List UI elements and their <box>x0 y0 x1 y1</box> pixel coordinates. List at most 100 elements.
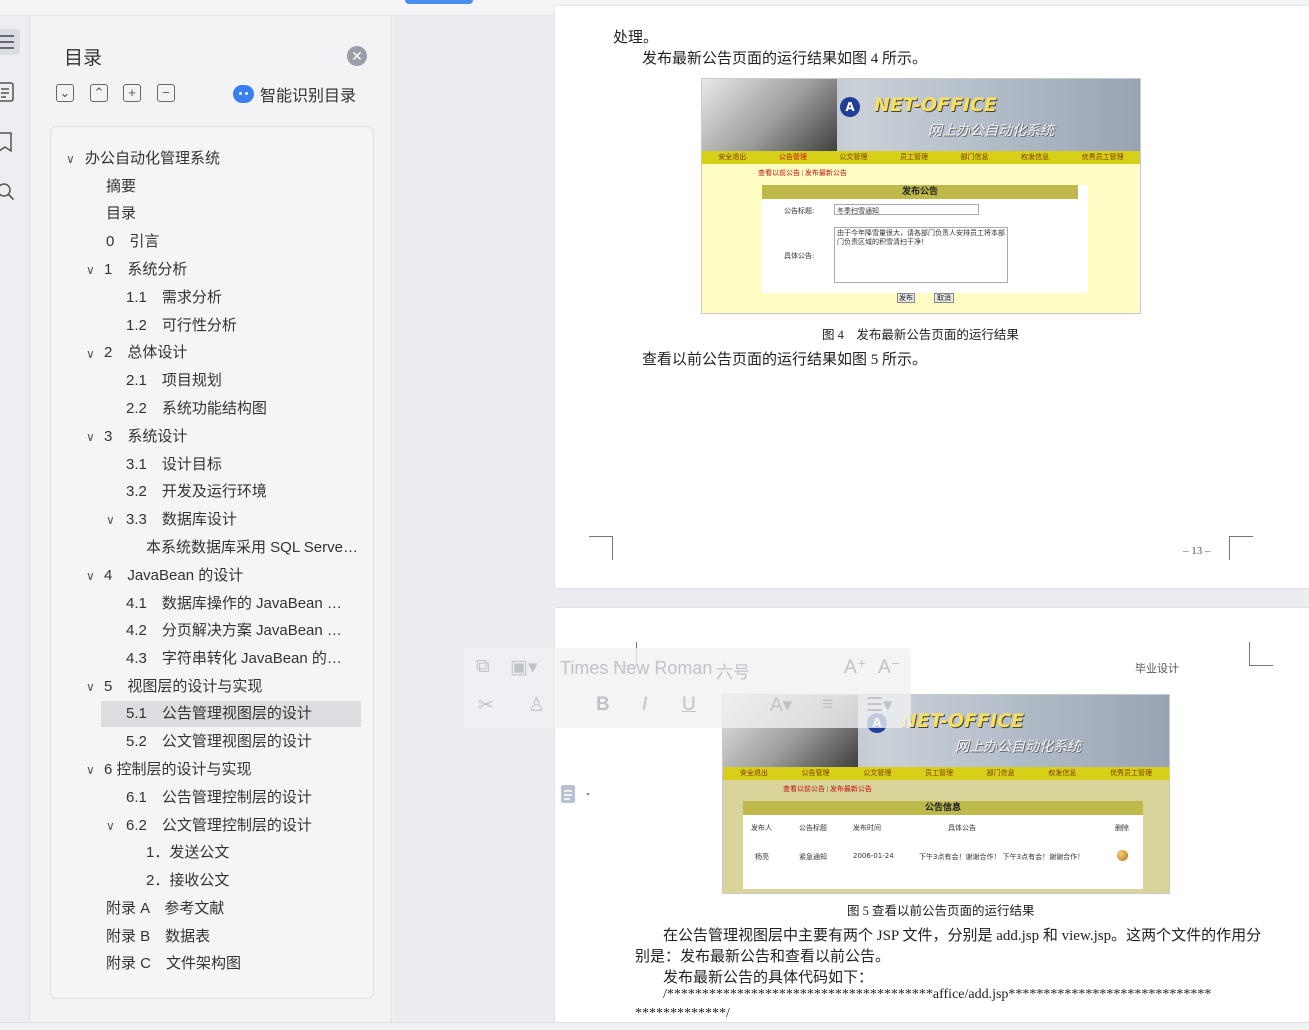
toc-item[interactable]: 目录 <box>106 201 356 227</box>
body-text: 发布最新公告的具体代码如下： <box>663 970 874 986</box>
toc-item[interactable]: 6.1 公告管理控制层的设计 <box>126 785 356 811</box>
search-icon[interactable] <box>0 179 20 205</box>
figure-image[interactable]: A NET-OFFICE 网上办公自动化系统 安全退出 公告管理 公文管理 员工… <box>701 78 1141 314</box>
app-logo-subtitle: 网上办公自动化系统 <box>928 124 1054 139</box>
document-canvas[interactable]: 处理。 发布最新公告页面的运行结果如图 4 所示。 A NET-OFFICE 网… <box>393 6 1309 1030</box>
app-nav-item: 优秀员工管理 <box>1081 153 1124 161</box>
grow-font-icon[interactable]: A⁺ <box>844 656 867 679</box>
chevron-down-icon[interactable]: ∨ <box>86 257 100 283</box>
bookmark-icon[interactable] <box>0 129 20 155</box>
toc-item[interactable]: 2.2 系统功能结构图 <box>126 396 356 422</box>
app-nav-item: 优秀员工管理 <box>1110 769 1153 777</box>
paste-icon[interactable]: ▣▾ <box>510 656 538 679</box>
toc-item[interactable]: 4 JavaBean 的设计 <box>104 563 354 589</box>
logo-badge: A <box>840 97 860 117</box>
toc-item[interactable]: 3.2 开发及运行环境 <box>126 479 356 505</box>
toc-item[interactable]: 3 系统设计 <box>104 424 354 450</box>
font-name-select[interactable]: Times New Roman <box>560 658 712 679</box>
page-number: – 13 – <box>1183 545 1211 557</box>
app-nav-item: 公告管理 <box>801 769 830 777</box>
remove-heading-icon[interactable]: − <box>157 84 175 102</box>
toc-item[interactable]: 3.3 数据库设计 <box>126 507 356 533</box>
toc-item[interactable]: 1.2 可行性分析 <box>126 313 356 339</box>
toc-item[interactable]: 6.2 公文管理控制层的设计 <box>126 813 356 839</box>
app-list: 公告信息 发布人 公告标题 发布时间 具体公告 删除 杨亮 紧急通知 2006-… <box>743 801 1143 889</box>
bold-button[interactable]: B <box>596 694 610 716</box>
toc-item[interactable]: 1．发送公文 <box>146 840 356 866</box>
app-nav-item: 安全退出 <box>739 769 768 777</box>
collapse-all-icon[interactable]: ⌄ <box>56 84 74 102</box>
toc-item[interactable]: 1 系统分析 <box>104 257 354 283</box>
toc-item[interactable]: 摘要 <box>106 174 356 200</box>
font-color-icon[interactable]: A▾ <box>770 694 792 717</box>
body-text: 查看以前公告页面的运行结果如图 5 所示。 <box>642 352 928 368</box>
line-spacing-icon[interactable]: ☰▾ <box>866 694 893 717</box>
app-nav-item: 公告管理 <box>778 153 807 161</box>
chevron-down-icon[interactable]: ∨ <box>86 674 100 700</box>
close-icon[interactable]: ✕ <box>347 46 367 66</box>
format-painter-icon[interactable]: ♙ <box>528 694 545 717</box>
toc-item[interactable]: 附录 A 参考文献 <box>106 896 356 922</box>
app-nav-item: 部门信息 <box>960 153 989 161</box>
toc-item[interactable]: 6 控制层的设计与实现 <box>104 757 354 783</box>
app-nav-item: 员工管理 <box>899 153 928 161</box>
toc-item[interactable]: 2 总体设计 <box>104 340 354 366</box>
toc-item[interactable]: 1.1 需求分析 <box>126 285 356 311</box>
chevron-down-icon[interactable]: ∨ <box>86 424 100 450</box>
app-list-header: 具体公告 <box>948 824 976 832</box>
app-list-cell: 杨亮 <box>755 853 769 861</box>
app-list-title: 公告信息 <box>743 801 1143 815</box>
chevron-down-icon[interactable]: ∨ <box>66 146 80 172</box>
outline-icon[interactable] <box>0 79 20 105</box>
toc-item[interactable]: 2.1 项目规划 <box>126 368 356 394</box>
copy-icon[interactable]: ⧉ <box>476 656 490 678</box>
toc-item[interactable]: 4.2 分页解决方案 JavaBean 的设计 <box>126 618 349 644</box>
top-tab-indicator[interactable] <box>405 0 473 4</box>
app-field-label: 具体公告: <box>784 252 815 260</box>
chevron-down-icon[interactable]: ∨ <box>86 341 100 367</box>
add-heading-icon[interactable]: + <box>123 84 141 102</box>
shrink-font-icon[interactable]: A⁻ <box>878 656 901 679</box>
toc-item[interactable]: 2．接收公文 <box>146 868 356 894</box>
smart-toc-button[interactable]: 智能识别目录 <box>233 83 356 105</box>
smart-toc-icon <box>233 85 254 103</box>
underline-button[interactable]: U <box>682 694 696 716</box>
app-nav-item: 公文管理 <box>863 769 892 777</box>
body-text: 在公告管理视图层中主要有两个 JSP 文件，分别是 add.jsp 和 view… <box>663 928 1262 944</box>
chevron-down-icon[interactable]: ∨ <box>86 757 100 783</box>
toc-item[interactable]: 附录 C 文件架构图 <box>106 951 356 977</box>
chevron-down-icon[interactable]: ∨ <box>106 813 120 839</box>
app-list-header: 公告标题 <box>799 824 827 832</box>
document-page[interactable]: 处理。 发布最新公告页面的运行结果如图 4 所示。 A NET-OFFICE 网… <box>555 6 1309 588</box>
expand-up-icon[interactable]: ⌃ <box>90 84 108 102</box>
app-title-input: 冬季扫雪通知 <box>834 204 979 215</box>
app-nav-item: 权发信息 <box>1048 769 1077 777</box>
page-corner-mark <box>589 536 613 560</box>
align-icon[interactable]: ≡ <box>822 694 833 716</box>
toc-item[interactable]: 0 引言 <box>106 229 356 255</box>
chevron-down-icon[interactable]: ∨ <box>106 507 120 533</box>
toc-item[interactable]: 附录 B 数据表 <box>106 924 356 950</box>
app-nav-bar: 安全退出 公告管理 公文管理 员工管理 部门信息 权发信息 优秀员工管理 <box>723 767 1169 780</box>
app-logo-text: NET-OFFICE <box>901 710 1025 732</box>
italic-button[interactable]: I <box>642 694 647 716</box>
app-nav-item: 员工管理 <box>924 769 953 777</box>
toc-item[interactable]: 4.3 字符串转化 JavaBean 的设计 <box>126 646 349 672</box>
page-header-text: 毕业设计 <box>1135 663 1179 675</box>
toc-item-selected[interactable]: 5.1 公告管理视图层的设计 <box>101 701 361 727</box>
toc-item[interactable]: 4.1 数据库操作的 JavaBean 的设计 <box>126 591 349 617</box>
toc-item[interactable]: 本系统数据库采用 SQL Server 2000 … <box>146 535 359 561</box>
code-text: *************/ <box>635 1006 730 1021</box>
toc-item[interactable]: 5 视图层的设计与实现 <box>104 674 354 700</box>
toc-item[interactable]: 5.2 公文管理视图层的设计 <box>126 729 356 755</box>
cut-icon[interactable]: ✂ <box>478 694 494 717</box>
toc-tree: ∨ ∨ ∨ ∨ ∨ ∨ ∨ ∨ ∨ 办公自动化管理系统 摘要 目录 0 引言 1… <box>50 126 374 999</box>
font-size-select[interactable]: 六号 <box>716 658 750 683</box>
toc-panel: 目录 ✕ ⌄ ⌃ + − 智能识别目录 ∨ ∨ ∨ ∨ ∨ ∨ ∨ ∨ ∨ 办公… <box>31 16 392 1022</box>
toc-item[interactable]: 办公自动化管理系统 <box>85 146 335 172</box>
paste-options-icon[interactable] <box>560 783 594 805</box>
toc-list-icon[interactable] <box>0 29 20 55</box>
chevron-down-icon[interactable]: ∨ <box>86 563 100 589</box>
toc-item[interactable]: 3.1 设计目标 <box>126 452 356 478</box>
app-logo-text: NET-OFFICE <box>874 94 998 116</box>
